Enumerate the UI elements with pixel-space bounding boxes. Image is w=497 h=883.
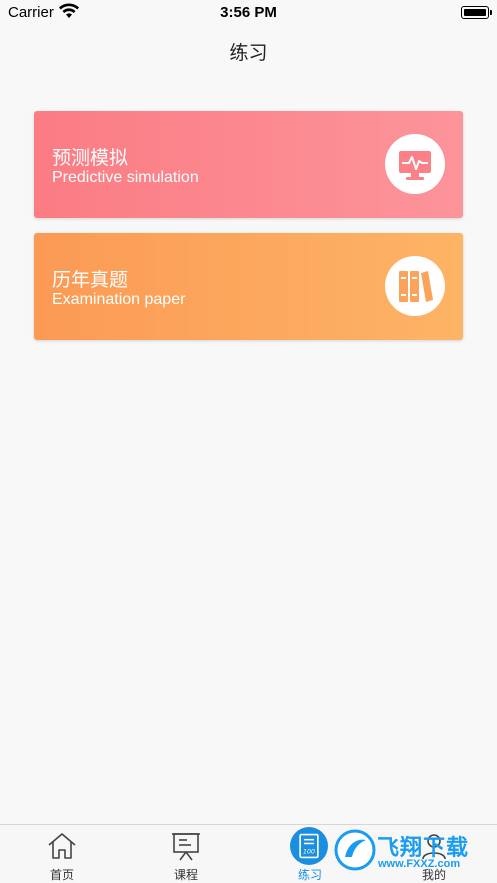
card-subtitle: Examination paper	[52, 291, 186, 308]
tab-home[interactable]: 首页	[0, 825, 124, 883]
watermark: 飞翔下载 www.FXXZ.com	[332, 824, 497, 883]
tab-label: 课程	[173, 868, 198, 882]
battery-icon	[461, 6, 492, 19]
tab-courses[interactable]: 课程	[124, 825, 248, 883]
clock: 3:56 PM	[220, 4, 277, 21]
predictive-simulation-card[interactable]: 预测模拟 Predictive simulation	[34, 111, 463, 218]
home-icon	[48, 833, 76, 859]
page-title: 练习	[229, 43, 268, 64]
monitor-pulse-icon	[385, 134, 445, 194]
tab-label: 首页	[49, 868, 74, 882]
card-title: 历年真题	[52, 269, 129, 291]
books-icon	[385, 256, 445, 316]
watermark-logo	[334, 829, 376, 871]
exam-paper-icon: 100	[290, 827, 328, 865]
watermark-url: www.FXXZ.com	[378, 858, 461, 870]
status-bar: Carrier 3:56 PM	[0, 0, 497, 26]
card-title: 预测模拟	[52, 147, 129, 169]
examination-paper-card[interactable]: 历年真题 Examination paper	[34, 233, 463, 340]
svg-text:100: 100	[303, 849, 315, 856]
card-subtitle: Predictive simulation	[52, 169, 199, 186]
presentation-board-icon	[172, 833, 200, 861]
